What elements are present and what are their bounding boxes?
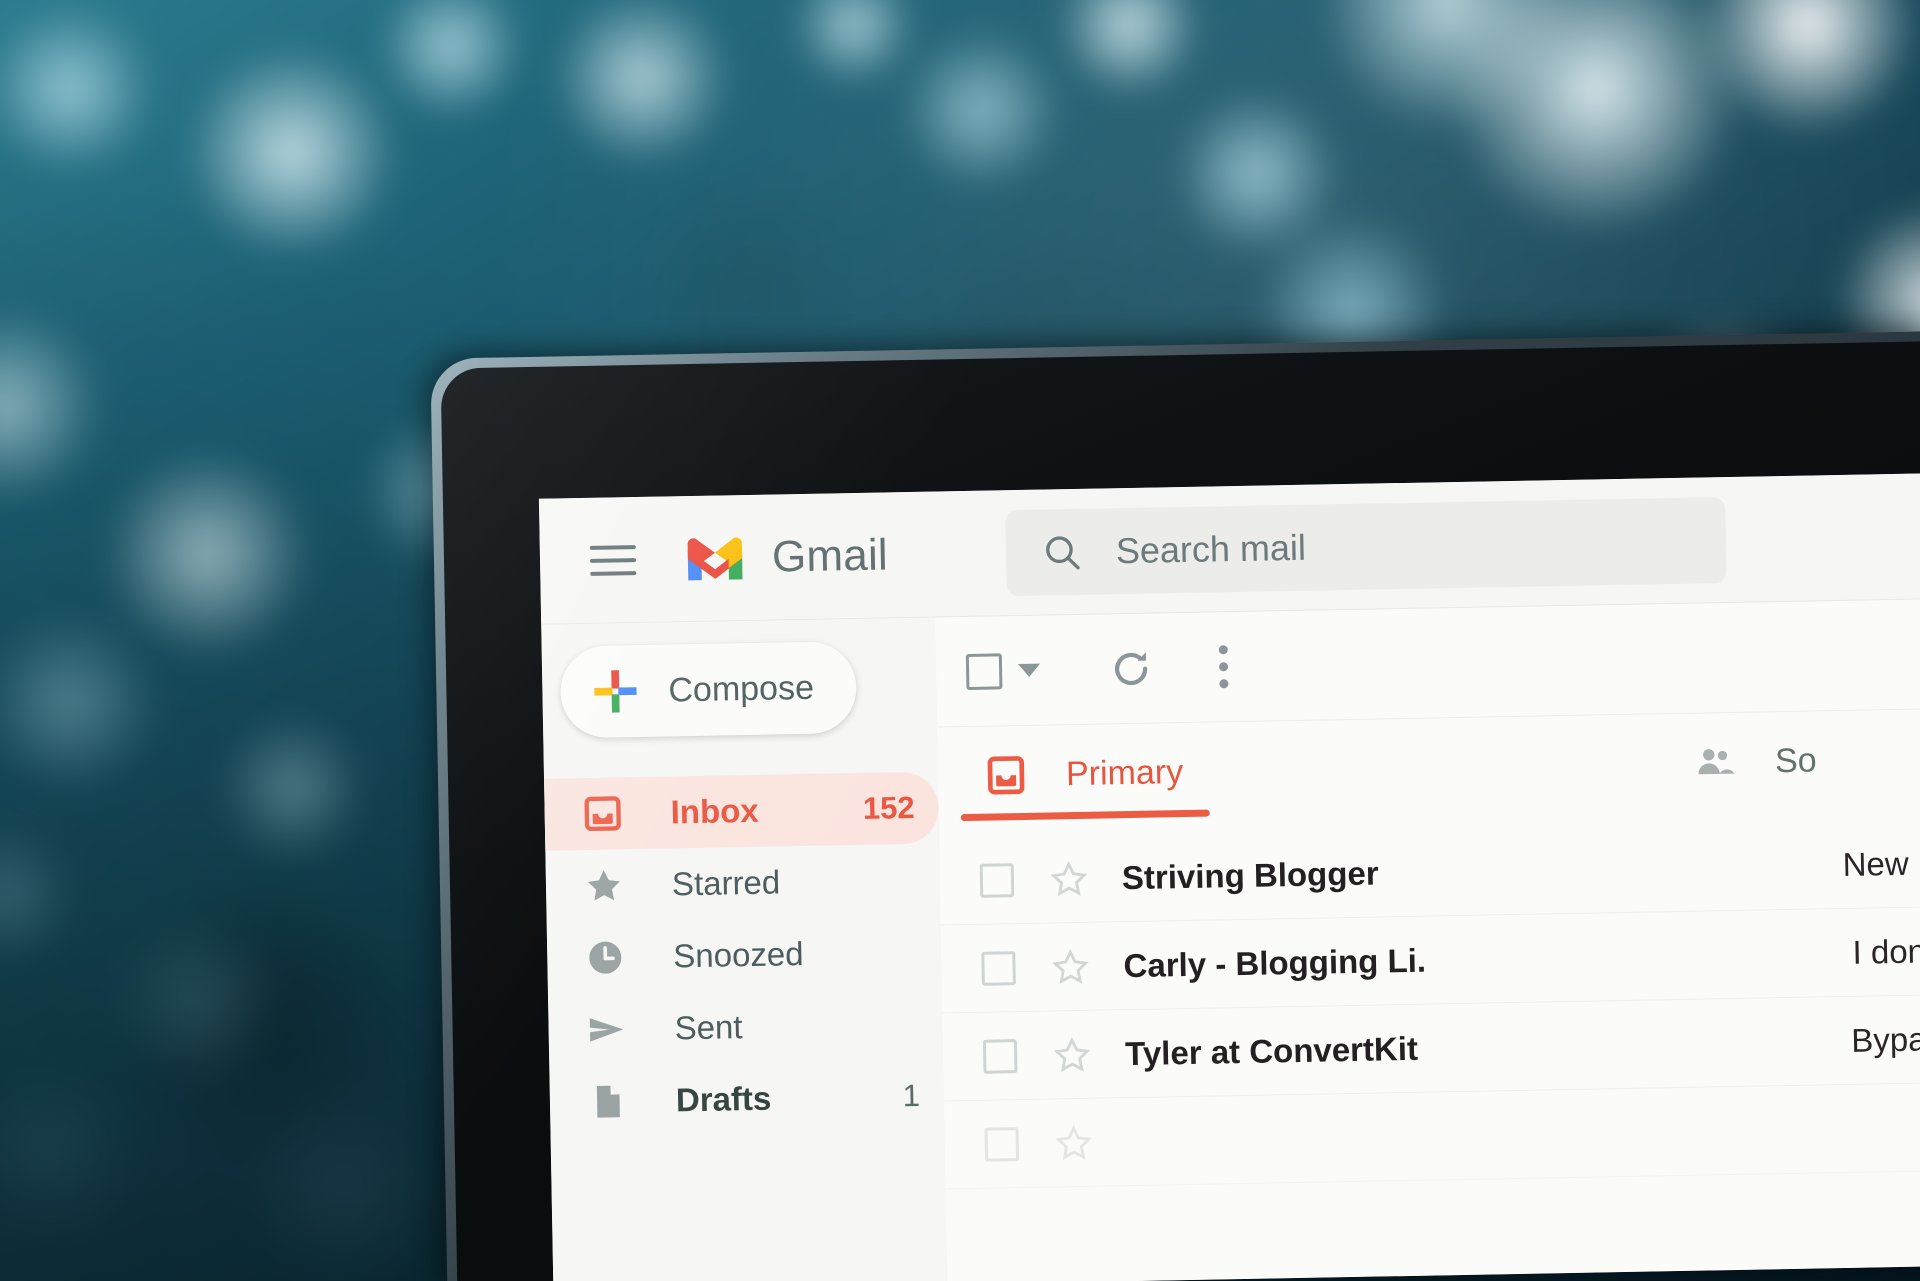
search-bar[interactable] — [1005, 496, 1727, 596]
sidebar-item-count: 152 — [862, 789, 915, 826]
hamburger-line — [590, 570, 637, 576]
sidebar-item-drafts[interactable]: Drafts 1 — [549, 1059, 944, 1138]
row-subject: Bypas — [1850, 1019, 1920, 1059]
sidebar-item-snoozed[interactable]: Snoozed — [547, 916, 942, 995]
tab-primary[interactable]: Primary — [959, 723, 1210, 826]
hamburger-line — [589, 557, 637, 563]
sidebar-nav-list: Inbox 152 Starred Snoozed Sent Drafts 1 — [544, 771, 945, 1139]
clock-icon — [589, 941, 622, 974]
sidebar-item-label: Inbox — [670, 791, 759, 831]
tab-social[interactable]: So — [1668, 711, 1843, 812]
more-options-icon[interactable] — [1218, 645, 1229, 689]
sidebar: Compose Inbox 152 Starred Snoozed Sent D… — [541, 617, 948, 1281]
row-checkbox[interactable] — [979, 862, 1015, 898]
row-sender: Carly - Blogging Li. — [1123, 941, 1427, 984]
sidebar-item-starred[interactable]: Starred — [545, 844, 940, 923]
hamburger-line — [589, 544, 636, 550]
gmail-header: Gmail — [538, 473, 1920, 625]
star-icon[interactable] — [1053, 1035, 1092, 1074]
row-sender: Striving Blogger — [1121, 853, 1379, 896]
inbox-icon — [584, 796, 621, 832]
tab-label: Primary — [1065, 752, 1184, 793]
search-icon — [1045, 535, 1080, 569]
mail-toolbar — [935, 599, 1920, 728]
sidebar-item-label: Drafts — [675, 1079, 772, 1119]
row-sender: Tyler at ConvertKit — [1124, 1029, 1419, 1072]
compose-label: Compose — [668, 668, 815, 709]
sidebar-item-label: Sent — [674, 1008, 743, 1047]
star-icon[interactable] — [1054, 1123, 1093, 1162]
dot — [1218, 679, 1228, 689]
send-icon — [589, 1018, 624, 1042]
gmail-body: Compose Inbox 152 Starred Snoozed Sent D… — [541, 599, 1920, 1281]
gmail-m-logo — [687, 537, 743, 580]
select-all-checkbox[interactable] — [965, 652, 1041, 690]
sidebar-item-label: Starred — [671, 863, 781, 903]
mail-list: Striving Blogger New B Carly - Blogging … — [939, 819, 1920, 1281]
row-checkbox[interactable] — [981, 950, 1016, 986]
dot — [1218, 645, 1228, 655]
plus-icon — [594, 670, 637, 713]
refresh-icon[interactable] — [1110, 647, 1153, 690]
star-icon — [587, 870, 620, 901]
row-subject: I don't — [1852, 931, 1920, 971]
draft-icon — [596, 1085, 620, 1118]
mail-pane: Primary So Striving Blogger New B Carly … — [935, 599, 1920, 1281]
row-checkbox[interactable] — [982, 1038, 1018, 1074]
sidebar-item-label: Snoozed — [672, 935, 804, 975]
table-row[interactable] — [944, 1083, 1920, 1190]
people-icon — [1698, 749, 1735, 775]
dot — [1218, 662, 1228, 672]
row-checkbox[interactable] — [984, 1126, 1020, 1162]
laptop-screen: Gmail Compo — [538, 473, 1920, 1281]
star-icon[interactable] — [1051, 947, 1090, 986]
sidebar-item-count: 1 — [902, 1077, 921, 1114]
sidebar-item-sent[interactable]: Sent — [548, 987, 943, 1066]
gmail-wordmark: Gmail — [771, 529, 889, 582]
checkbox-box — [965, 652, 1003, 690]
row-subject: New B — [1842, 843, 1920, 883]
sidebar-item-inbox[interactable]: Inbox 152 — [544, 771, 940, 851]
star-icon[interactable] — [1050, 859, 1089, 898]
inbox-icon — [987, 756, 1025, 795]
tab-label: So — [1774, 740, 1817, 780]
category-tabs: Primary So — [937, 709, 1920, 837]
compose-button[interactable]: Compose — [559, 641, 858, 739]
laptop-device: Gmail Compo — [430, 331, 1920, 1281]
hamburger-menu-icon[interactable] — [589, 544, 637, 576]
search-input[interactable] — [1115, 519, 1677, 572]
chevron-down-icon[interactable] — [1018, 663, 1041, 678]
